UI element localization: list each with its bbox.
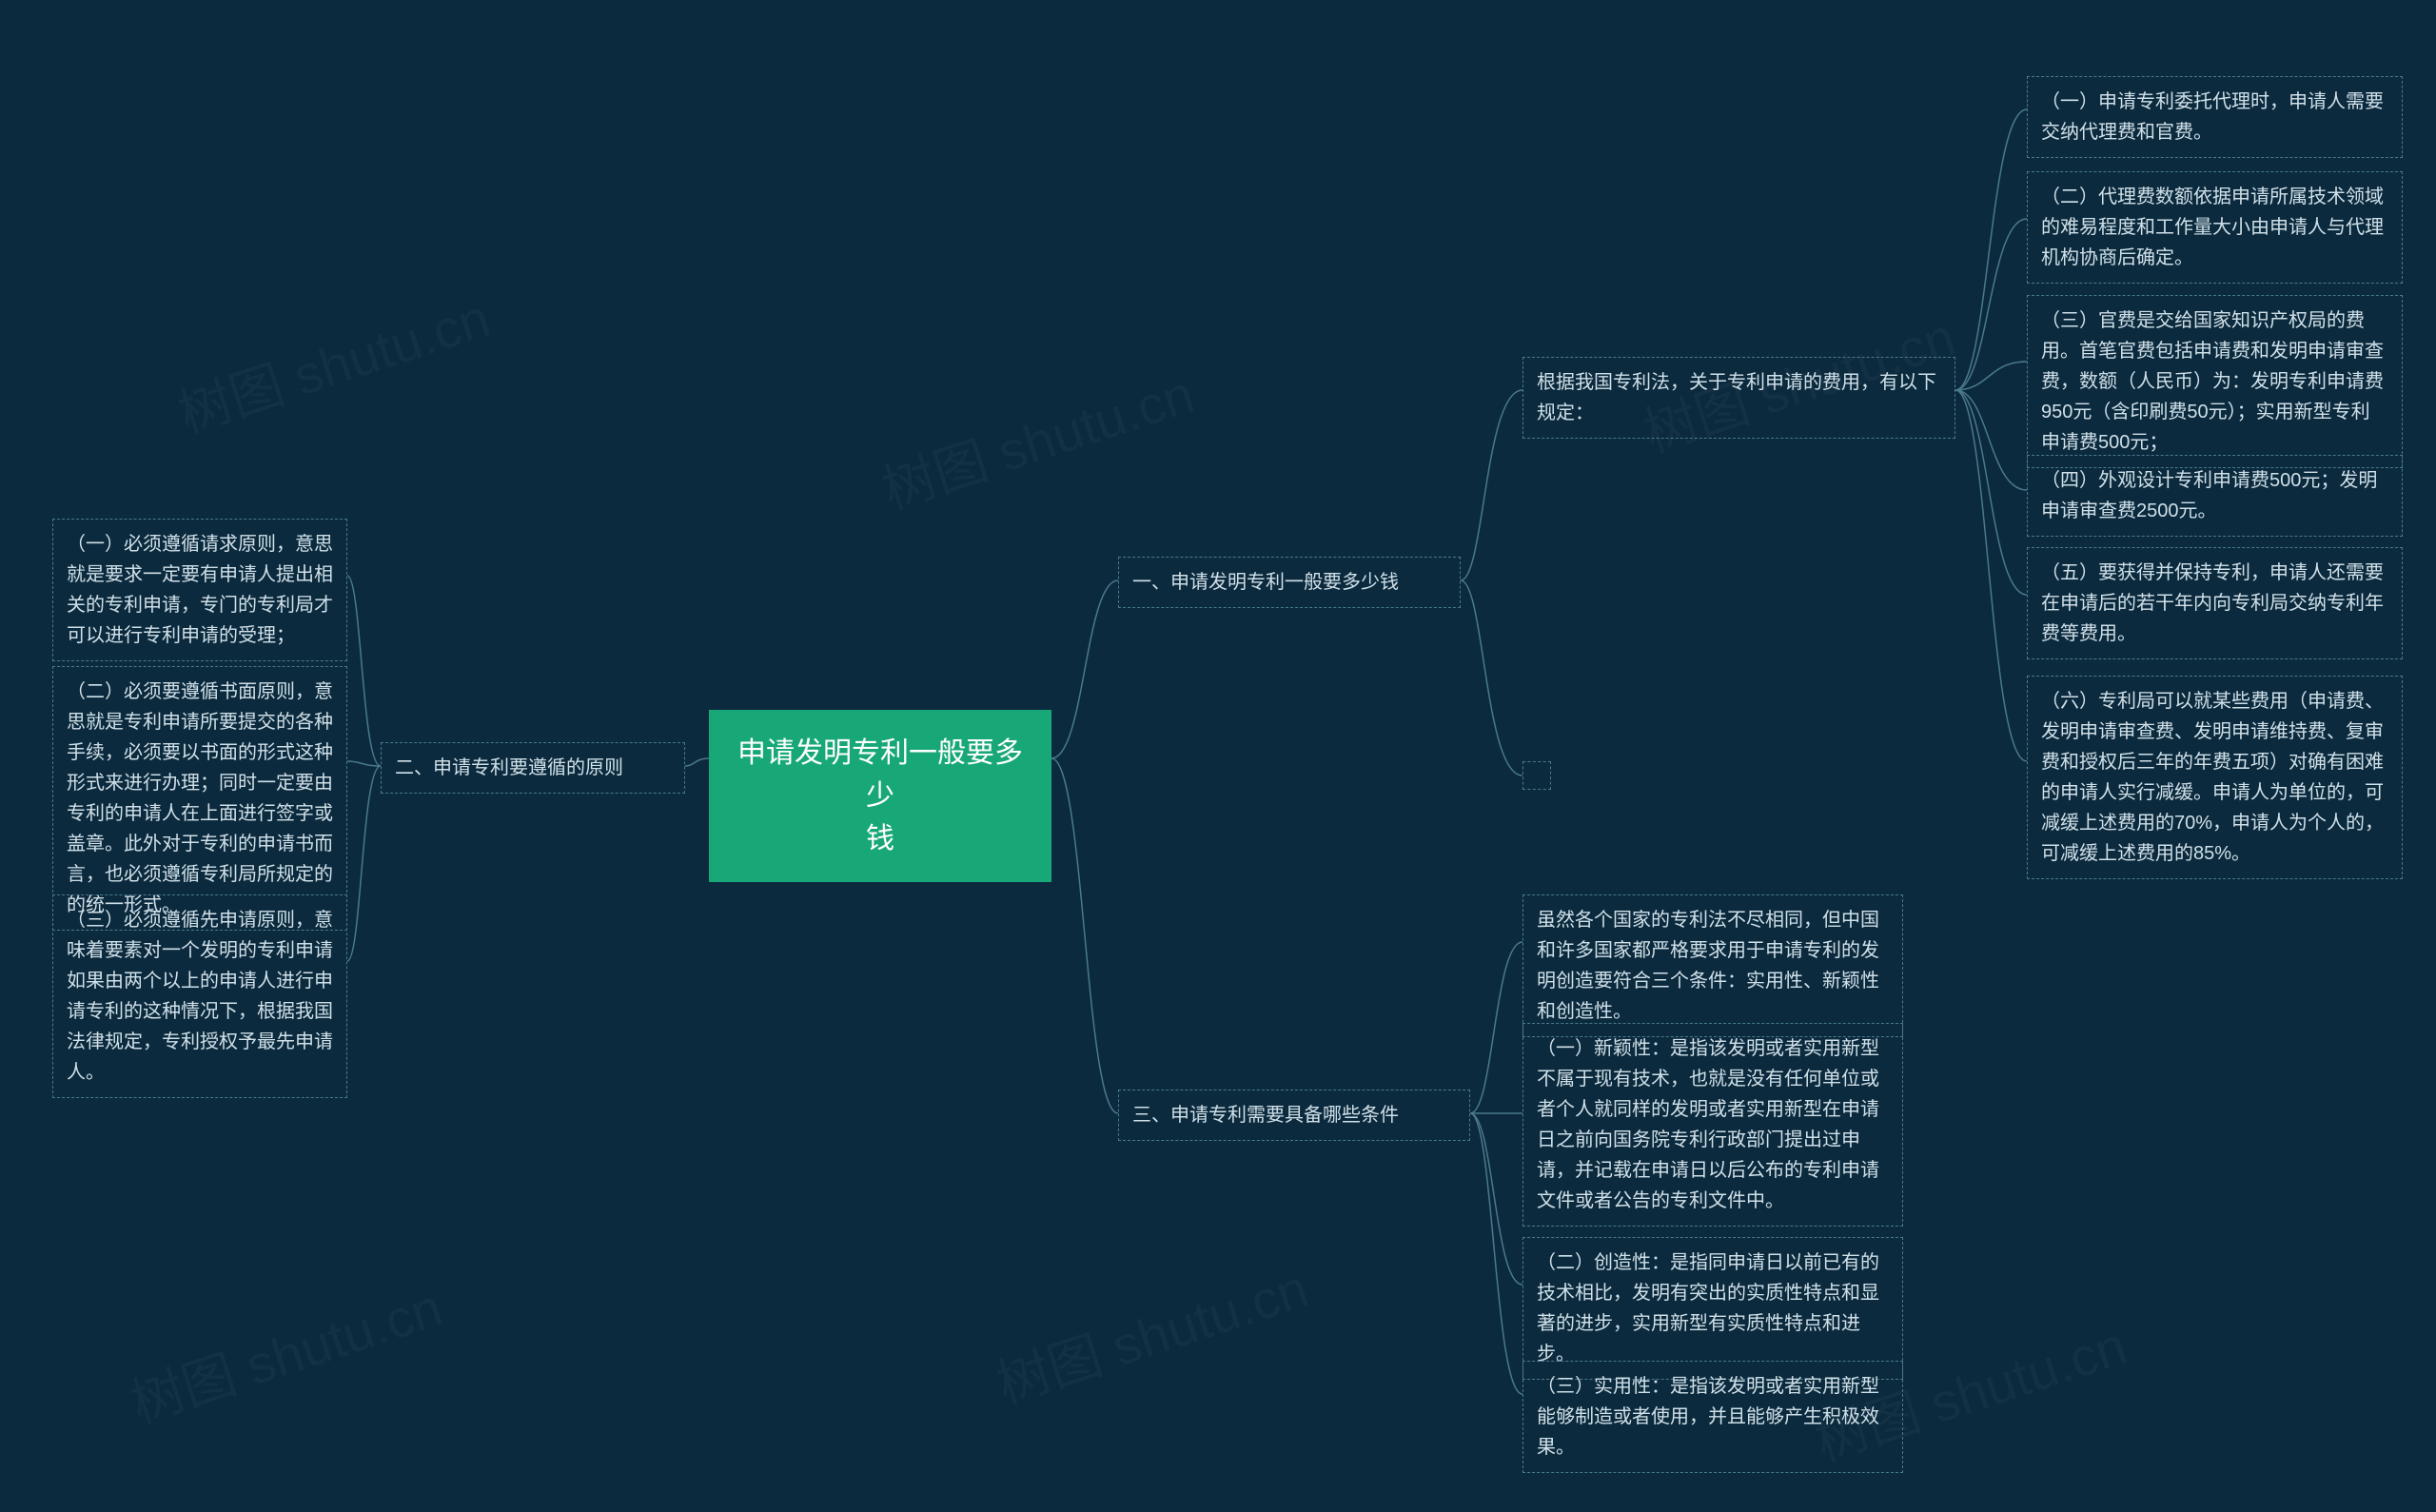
b1-item-4: （四）外观设计专利申请费500元；发明申请审查费2500元。 — [2027, 455, 2403, 537]
b3-item-2: （二）创造性：是指同申请日以前已有的技术相比，发明有突出的实质性特点和显著的进步… — [1522, 1237, 1903, 1380]
b1-intro: 根据我国专利法，关于专利申请的费用，有以下规定： — [1522, 357, 1955, 439]
watermark: 树图 shutu.cn — [872, 352, 1203, 525]
branch-1: 一、申请发明专利一般要多少钱 — [1118, 557, 1461, 608]
branch-2-title: 二、申请专利要遵循的原则 — [395, 757, 623, 778]
b1-item-2: （二）代理费数额依据申请所属技术领域的难易程度和工作量大小由申请人与代理机构协商… — [2027, 171, 2403, 284]
b1-item-1-text: （一）申请专利委托代理时，申请人需要交纳代理费和官费。 — [2041, 91, 2384, 143]
branch-3: 三、申请专利需要具备哪些条件 — [1118, 1090, 1470, 1141]
b1-empty-node — [1522, 761, 1551, 790]
branch-3-title: 三、申请专利需要具备哪些条件 — [1132, 1105, 1399, 1126]
b3-item-1: （一）新颖性：是指该发明或者实用新型不属于现有技术，也就是没有任何单位或者个人就… — [1522, 1023, 1903, 1227]
b1-item-1: （一）申请专利委托代理时，申请人需要交纳代理费和官费。 — [2027, 76, 2403, 158]
branch-2: 二、申请专利要遵循的原则 — [381, 742, 685, 794]
watermark: 树图 shutu.cn — [986, 1247, 1317, 1420]
watermark: 树图 shutu.cn — [120, 1266, 451, 1439]
b2-item-3-text: （三）必须遵循先申请原则，意味着要素对一个发明的专利申请如果由两个以上的申请人进… — [67, 910, 333, 1083]
b1-item-3-text: （三）官费是交给国家知识产权局的费用。首笔官费包括申请费和发明申请审查费，数额（… — [2041, 310, 2384, 453]
watermark: 树图 shutu.cn — [167, 276, 499, 449]
b3-item-1-text: （一）新颖性：是指该发明或者实用新型不属于现有技术，也就是没有任何单位或者个人就… — [1537, 1038, 1879, 1211]
root-title: 申请发明专利一般要多少 钱 — [737, 737, 1023, 854]
root-node: 申请发明专利一般要多少 钱 — [709, 710, 1051, 882]
b2-item-2-text: （二）必须要遵循书面原则，意思就是专利申请所要提交的各种手续，必须要以书面的形式… — [67, 681, 333, 915]
branch-1-title: 一、申请发明专利一般要多少钱 — [1132, 572, 1399, 593]
b1-intro-text: 根据我国专利法，关于专利申请的费用，有以下规定： — [1537, 372, 1936, 423]
b1-item-3: （三）官费是交给国家知识产权局的费用。首笔官费包括申请费和发明申请审查费，数额（… — [2027, 295, 2403, 468]
b3-item-3: （三）实用性：是指该发明或者实用新型能够制造或者使用，并且能够产生积极效果。 — [1522, 1361, 1903, 1473]
b3-intro: 虽然各个国家的专利法不尽相同，但中国和许多国家都严格要求用于申请专利的发明创造要… — [1522, 894, 1903, 1037]
b2-item-1-text: （一）必须遵循请求原则，意思就是要求一定要有申请人提出相关的专利申请，专门的专利… — [67, 534, 333, 646]
b2-item-2: （二）必须要遵循书面原则，意思就是专利申请所要提交的各种手续，必须要以书面的形式… — [52, 666, 347, 931]
b1-item-2-text: （二）代理费数额依据申请所属技术领域的难易程度和工作量大小由申请人与代理机构协商… — [2041, 187, 2384, 268]
b3-intro-text: 虽然各个国家的专利法不尽相同，但中国和许多国家都严格要求用于申请专利的发明创造要… — [1537, 910, 1879, 1022]
b1-item-4-text: （四）外观设计专利申请费500元；发明申请审查费2500元。 — [2041, 470, 2377, 521]
b1-item-6-text: （六）专利局可以就某些费用（申请费、发明申请审查费、发明申请维持费、复审费和授权… — [2041, 691, 2384, 864]
b1-item-5-text: （五）要获得并保持专利，申请人还需要在申请后的若干年内向专利局交纳专利年费等费用… — [2041, 562, 2384, 644]
b2-item-3: （三）必须遵循先申请原则，意味着要素对一个发明的专利申请如果由两个以上的申请人进… — [52, 894, 347, 1098]
b2-item-1: （一）必须遵循请求原则，意思就是要求一定要有申请人提出相关的专利申请，专门的专利… — [52, 519, 347, 661]
b1-item-6: （六）专利局可以就某些费用（申请费、发明申请审查费、发明申请维持费、复审费和授权… — [2027, 676, 2403, 879]
b3-item-2-text: （二）创造性：是指同申请日以前已有的技术相比，发明有突出的实质性特点和显著的进步… — [1537, 1252, 1879, 1365]
b3-item-3-text: （三）实用性：是指该发明或者实用新型能够制造或者使用，并且能够产生积极效果。 — [1537, 1376, 1879, 1458]
b1-item-5: （五）要获得并保持专利，申请人还需要在申请后的若干年内向专利局交纳专利年费等费用… — [2027, 547, 2403, 659]
